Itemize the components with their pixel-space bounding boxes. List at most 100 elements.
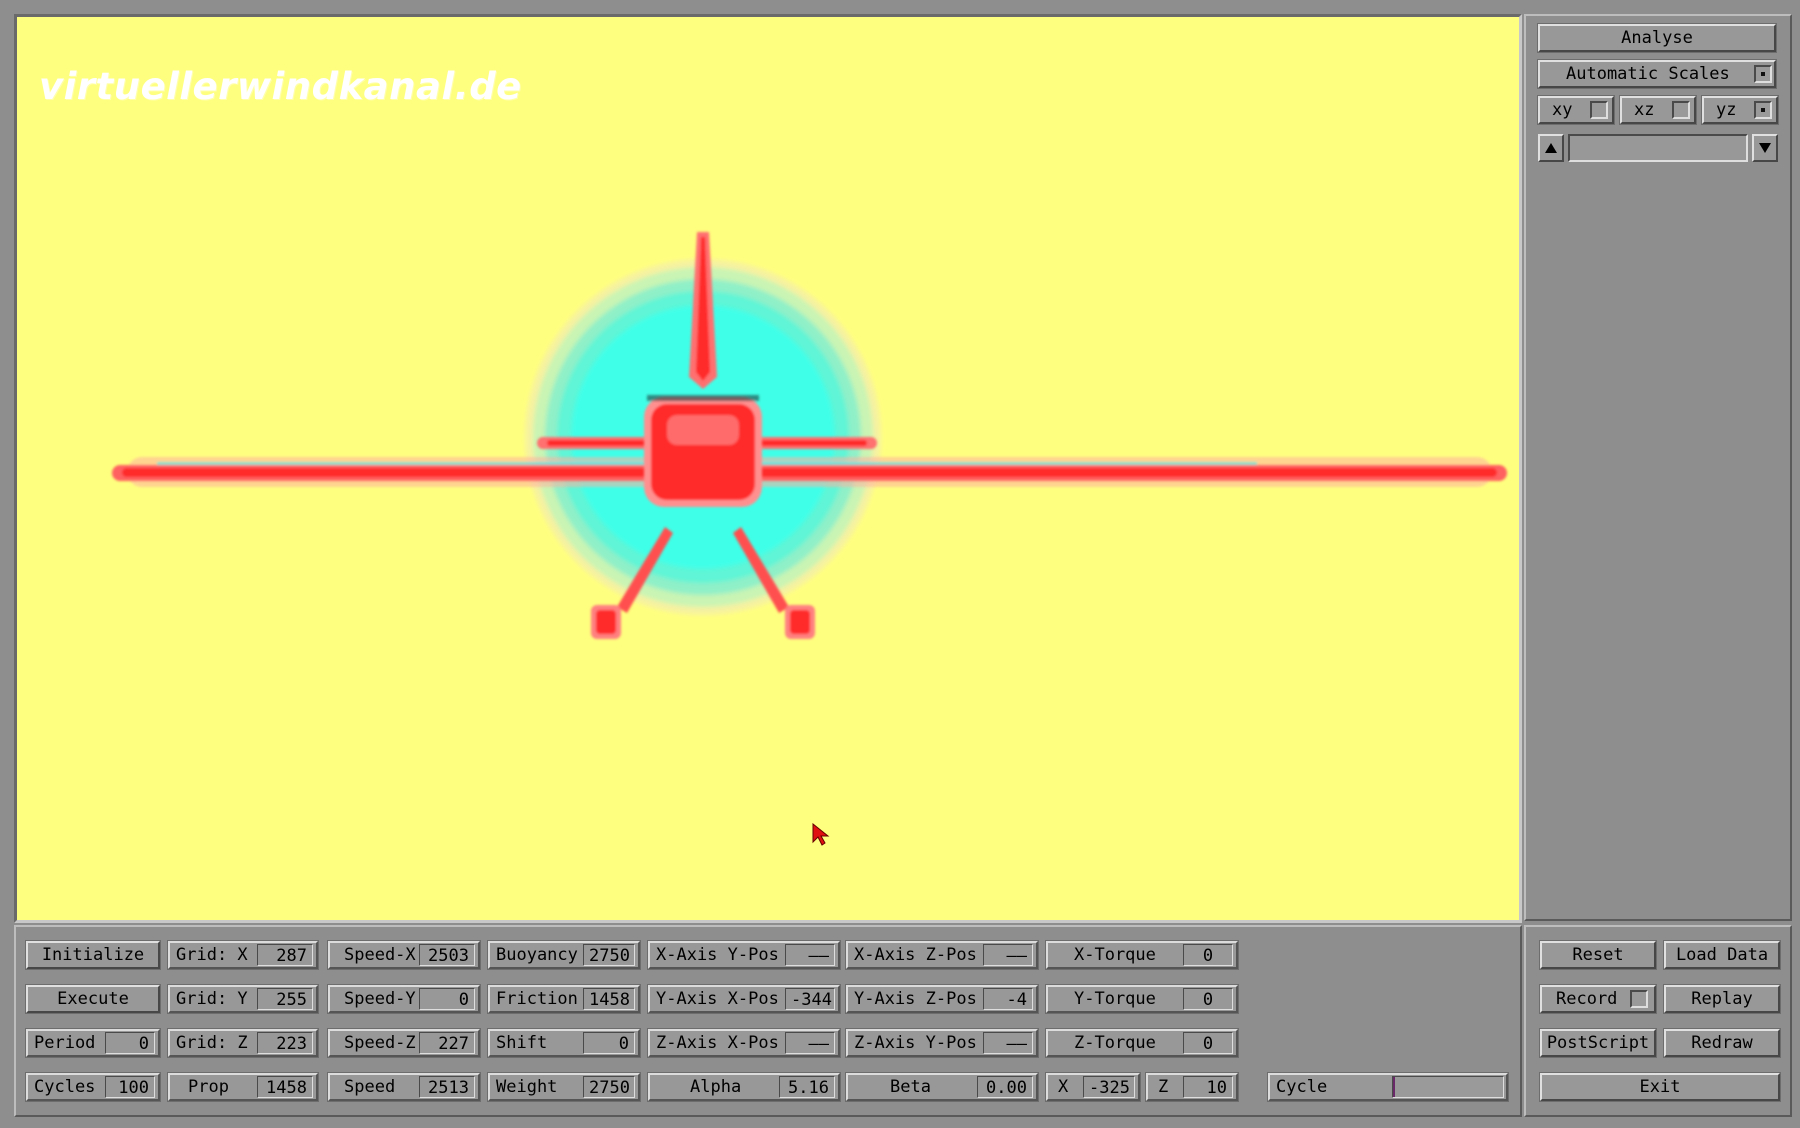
x-coordinate-value[interactable]: -325 xyxy=(1083,1076,1135,1098)
alpha-label: Alpha xyxy=(690,1077,742,1097)
x-torque-field: X-Torque 0 xyxy=(1046,941,1238,969)
z-torque-label: Z-Torque xyxy=(1074,1033,1156,1053)
speed-y-field: Speed-Y 0 xyxy=(328,985,480,1013)
z-axis-y-pos-field: Z-Axis Y-Pos —— xyxy=(846,1029,1038,1057)
execute-button[interactable]: Execute xyxy=(26,985,160,1013)
record-label: Record xyxy=(1556,989,1618,1009)
beta-label: Beta xyxy=(890,1077,931,1097)
period-value[interactable]: 0 xyxy=(105,1032,155,1054)
prop-value[interactable]: 1458 xyxy=(257,1076,313,1098)
weight-field: Weight 2750 xyxy=(488,1073,640,1101)
grid-y-field: Grid: Y 255 xyxy=(168,985,318,1013)
fuselage xyxy=(644,395,762,507)
redraw-button[interactable]: Redraw xyxy=(1664,1029,1780,1057)
watermark: virtuellerwindkanal.de xyxy=(39,65,522,108)
y-torque-field: Y-Torque 0 xyxy=(1046,985,1238,1013)
x-axis-y-pos-field: X-Axis Y-Pos —— xyxy=(648,941,840,969)
z-axis-x-pos-field: Z-Axis X-Pos —— xyxy=(648,1029,840,1057)
grid-z-label: Grid: Z xyxy=(176,1033,248,1053)
buoyancy-value[interactable]: 2750 xyxy=(583,944,635,966)
scroll-up-button[interactable] xyxy=(1538,134,1564,162)
triangle-down-icon xyxy=(1759,143,1771,153)
y-torque-value[interactable]: 0 xyxy=(1183,988,1233,1010)
analysis-sidebar: Analyse Automatic Scales xy xz yz xyxy=(1524,14,1792,921)
mouse-cursor-icon xyxy=(812,823,830,846)
automatic-scales-checkbox[interactable] xyxy=(1754,65,1772,83)
z-coordinate-label: Z xyxy=(1158,1077,1169,1097)
y-axis-z-pos-value[interactable]: -4 xyxy=(983,988,1033,1010)
z-axis-x-pos-value[interactable]: —— xyxy=(785,1032,835,1054)
z-coordinate-value[interactable]: 10 xyxy=(1183,1076,1233,1098)
y-axis-x-pos-label: Y-Axis X-Pos xyxy=(656,989,779,1009)
initialize-button[interactable]: Initialize xyxy=(26,941,160,969)
analyse-button[interactable]: Analyse xyxy=(1538,24,1776,52)
shift-field: Shift 0 xyxy=(488,1029,640,1057)
shift-label: Shift xyxy=(496,1033,548,1053)
x-axis-z-pos-value[interactable]: —— xyxy=(983,944,1033,966)
z-axis-y-pos-value[interactable]: —— xyxy=(983,1032,1033,1054)
plane-xz-checkbox[interactable] xyxy=(1672,101,1690,119)
y-axis-x-pos-value[interactable]: -344 xyxy=(785,988,835,1010)
plane-yz-checkbox[interactable] xyxy=(1754,101,1772,119)
y-axis-z-pos-label: Y-Axis Z-Pos xyxy=(854,989,977,1009)
speed-x-value[interactable]: 2503 xyxy=(419,944,475,966)
plane-yz-label: yz xyxy=(1716,100,1737,120)
speed-y-value[interactable]: 0 xyxy=(419,988,475,1010)
visualization-viewport[interactable]: virtuellerwindkanal.de xyxy=(14,14,1522,923)
shift-value[interactable]: 0 xyxy=(583,1032,635,1054)
load-data-button[interactable]: Load Data xyxy=(1664,941,1780,969)
exit-button[interactable]: Exit xyxy=(1540,1073,1780,1101)
grid-z-value[interactable]: 223 xyxy=(257,1032,313,1054)
z-torque-value[interactable]: 0 xyxy=(1183,1032,1233,1054)
grid-y-label: Grid: Y xyxy=(176,989,248,1009)
alpha-field: Alpha 5.16 xyxy=(648,1073,840,1101)
friction-value[interactable]: 1458 xyxy=(583,988,635,1010)
cycles-field: Cycles 100 xyxy=(26,1073,160,1101)
x-axis-y-pos-value[interactable]: —— xyxy=(785,944,835,966)
cycles-value[interactable]: 100 xyxy=(105,1076,155,1098)
beta-value[interactable]: 0.00 xyxy=(977,1076,1033,1098)
vertical-fin xyxy=(689,232,717,389)
replay-button[interactable]: Replay xyxy=(1664,985,1780,1013)
x-axis-z-pos-label: X-Axis Z-Pos xyxy=(854,945,977,965)
postscript-button[interactable]: PostScript xyxy=(1540,1029,1656,1057)
z-coordinate-field: Z 10 xyxy=(1146,1073,1238,1101)
plane-xy-label: xy xyxy=(1552,100,1573,120)
grid-x-value[interactable]: 287 xyxy=(257,944,313,966)
weight-label: Weight xyxy=(496,1077,558,1097)
y-torque-label: Y-Torque xyxy=(1074,989,1156,1009)
grid-y-value[interactable]: 255 xyxy=(257,988,313,1010)
weight-value[interactable]: 2750 xyxy=(583,1076,635,1098)
scroll-down-button[interactable] xyxy=(1752,134,1778,162)
plane-xz-label: xz xyxy=(1634,100,1655,120)
x-coordinate-label: X xyxy=(1058,1077,1069,1097)
speed-z-label: Speed-Z xyxy=(344,1033,416,1053)
beta-field: Beta 0.00 xyxy=(846,1073,1038,1101)
x-coordinate-field: X -325 xyxy=(1046,1073,1140,1101)
grid-z-field: Grid: Z 223 xyxy=(168,1029,318,1057)
speed-label: Speed xyxy=(344,1077,396,1097)
reset-button[interactable]: Reset xyxy=(1540,941,1656,969)
cycle-label: Cycle xyxy=(1276,1077,1328,1097)
z-torque-field: Z-Torque 0 xyxy=(1046,1029,1238,1057)
plane-xy-checkbox[interactable] xyxy=(1590,101,1608,119)
speed-z-field: Speed-Z 227 xyxy=(328,1029,480,1057)
speed-field: Speed 2513 xyxy=(328,1073,480,1101)
x-torque-label: X-Torque xyxy=(1074,945,1156,965)
speed-y-label: Speed-Y xyxy=(344,989,416,1009)
grid-x-label: Grid: X xyxy=(176,945,248,965)
action-panel: Reset Load Data Record Replay PostScript… xyxy=(1524,925,1792,1117)
grid-x-field: Grid: X 287 xyxy=(168,941,318,969)
record-checkbox[interactable] xyxy=(1630,990,1648,1008)
z-axis-y-pos-label: Z-Axis Y-Pos xyxy=(854,1033,977,1053)
buoyancy-label: Buoyancy xyxy=(496,945,578,965)
main-wing xyxy=(112,457,1507,487)
speed-z-value[interactable]: 227 xyxy=(419,1032,475,1054)
y-axis-z-pos-field: Y-Axis Z-Pos -4 xyxy=(846,985,1038,1013)
alpha-value[interactable]: 5.16 xyxy=(779,1076,835,1098)
x-torque-value[interactable]: 0 xyxy=(1183,944,1233,966)
slice-slider[interactable] xyxy=(1568,134,1748,162)
automatic-scales-toggle[interactable]: Automatic Scales xyxy=(1538,60,1776,88)
z-axis-x-pos-label: Z-Axis X-Pos xyxy=(656,1033,779,1053)
speed-value[interactable]: 2513 xyxy=(419,1076,475,1098)
